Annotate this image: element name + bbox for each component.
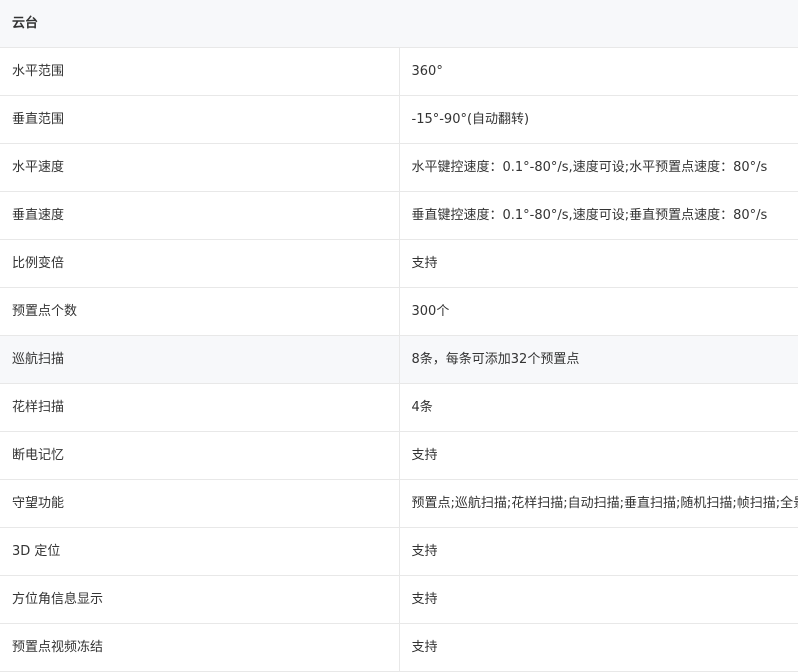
spec-value: 支持: [399, 623, 798, 672]
spec-value: 4条: [399, 383, 798, 432]
spec-label: 垂直速度: [0, 191, 400, 240]
spec-value: 8条，每条可添加32个预置点: [399, 335, 798, 384]
spec-value: 360°: [399, 47, 798, 96]
spec-label: 比例变倍: [0, 239, 400, 288]
spec-label: 预置点视频冻结: [0, 623, 400, 672]
table-row: 预置点视频冻结 支持: [0, 623, 798, 672]
spec-label: 花样扫描: [0, 383, 400, 432]
table-row: 方位角信息显示 支持: [0, 575, 798, 624]
spec-label: 方位角信息显示: [0, 575, 400, 624]
table-row: 垂直速度 垂直键控速度：0.1°-80°/s,速度可设;垂直预置点速度：80°/…: [0, 191, 798, 240]
spec-label: 3D 定位: [0, 527, 400, 576]
spec-label: 断电记忆: [0, 431, 400, 480]
table-row: 水平范围 360°: [0, 47, 798, 96]
table-row: 断电记忆 支持: [0, 431, 798, 480]
spec-label: 垂直范围: [0, 95, 400, 144]
table-row: 水平速度 水平键控速度：0.1°-80°/s,速度可设;水平预置点速度：80°/…: [0, 143, 798, 192]
section-header-row: 云台: [0, 0, 798, 48]
table-row: 3D 定位 支持: [0, 527, 798, 576]
spec-value: 300个: [399, 287, 798, 336]
table-row: 比例变倍 支持: [0, 239, 798, 288]
spec-value: 预置点;巡航扫描;花样扫描;自动扫描;垂直扫描;随机扫描;帧扫描;全景扫描: [399, 479, 798, 528]
spec-value: 支持: [399, 239, 798, 288]
spec-label: 水平范围: [0, 47, 400, 96]
spec-value: 支持: [399, 431, 798, 480]
section-title: 云台: [0, 0, 798, 48]
spec-label: 预置点个数: [0, 287, 400, 336]
table-row: 预置点个数 300个: [0, 287, 798, 336]
spec-value: 支持: [399, 527, 798, 576]
spec-table: 云台 水平范围 360° 垂直范围 -15°-90°(自动翻转) 水平速度 水平…: [0, 0, 798, 672]
table-row: 垂直范围 -15°-90°(自动翻转): [0, 95, 798, 144]
table-row: 花样扫描 4条: [0, 383, 798, 432]
spec-value: -15°-90°(自动翻转): [399, 95, 798, 144]
spec-label: 水平速度: [0, 143, 400, 192]
spec-label: 巡航扫描: [0, 335, 400, 384]
spec-value: 水平键控速度：0.1°-80°/s,速度可设;水平预置点速度：80°/s: [399, 143, 798, 192]
spec-value: 垂直键控速度：0.1°-80°/s,速度可设;垂直预置点速度：80°/s: [399, 191, 798, 240]
table-row: 守望功能 预置点;巡航扫描;花样扫描;自动扫描;垂直扫描;随机扫描;帧扫描;全景…: [0, 479, 798, 528]
spec-label: 守望功能: [0, 479, 400, 528]
table-row: 巡航扫描 8条，每条可添加32个预置点: [0, 335, 798, 384]
spec-value: 支持: [399, 575, 798, 624]
